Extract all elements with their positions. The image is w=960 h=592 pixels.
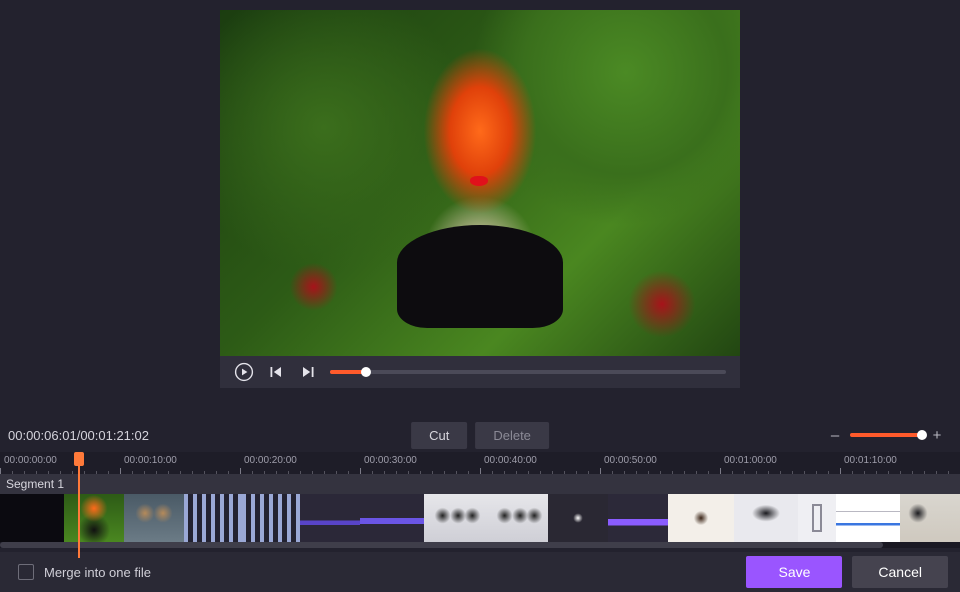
ruler-label: 00:00:00:00 — [4, 455, 57, 466]
thumbnail[interactable] — [184, 494, 242, 542]
timecode-display: 00:00:06:01/00:01:21:02 — [6, 428, 149, 443]
thumbnail[interactable] — [900, 494, 960, 542]
thumbnail[interactable] — [486, 494, 548, 542]
delete-button[interactable]: Delete — [475, 422, 549, 449]
ruler-label: 00:00:30:00 — [364, 455, 417, 466]
zoom-in-button[interactable]: + — [932, 427, 942, 444]
thumbnail[interactable] — [548, 494, 608, 542]
playhead[interactable] — [74, 452, 84, 466]
thumbnail[interactable] — [242, 494, 300, 542]
thumbnail[interactable] — [798, 494, 836, 542]
thumbnail[interactable] — [836, 494, 900, 542]
merge-checkbox[interactable] — [18, 564, 34, 580]
video-frame[interactable] — [220, 10, 740, 356]
cut-button[interactable]: Cut — [411, 422, 467, 449]
thumbnail[interactable] — [734, 494, 798, 542]
ruler-label: 00:00:50:00 — [604, 455, 657, 466]
thumbnail[interactable] — [360, 494, 424, 542]
segment-label: Segment 1 — [0, 474, 960, 494]
edit-toolbar: 00:00:06:01/00:01:21:02 Cut Delete – + — [0, 418, 960, 452]
zoom-controls: – + — [830, 427, 954, 444]
playback-slider[interactable] — [330, 370, 726, 374]
playback-controls — [220, 356, 740, 388]
preview-image — [220, 10, 740, 356]
ruler-label: 00:00:10:00 — [124, 455, 177, 466]
scrollbar-thumb[interactable] — [0, 542, 883, 548]
thumbnail-strip[interactable] — [0, 494, 960, 542]
zoom-thumb[interactable] — [917, 430, 927, 440]
ruler-label: 00:00:40:00 — [484, 455, 537, 466]
ruler-label: 00:00:20:00 — [244, 455, 297, 466]
video-preview — [220, 10, 740, 388]
thumbnail[interactable] — [424, 494, 486, 542]
cancel-button[interactable]: Cancel — [852, 556, 948, 588]
bottom-bar: Merge into one file Save Cancel — [0, 552, 960, 592]
playback-thumb[interactable] — [361, 367, 371, 377]
thumbnail[interactable] — [124, 494, 184, 542]
thumbnail[interactable] — [0, 494, 64, 542]
zoom-slider[interactable] — [850, 433, 922, 437]
next-frame-icon[interactable] — [298, 362, 318, 382]
prev-frame-icon[interactable] — [266, 362, 286, 382]
thumbnail[interactable] — [64, 494, 124, 542]
ruler-label: 00:01:00:00 — [724, 455, 777, 466]
preview-area — [0, 0, 960, 414]
thumbnail-scrollbar[interactable] — [0, 542, 960, 548]
timeline-ruler[interactable]: 00:00:00:00 00:00:10:00 00:00:20:00 00:00:3… — [0, 452, 960, 474]
thumbnail[interactable] — [608, 494, 668, 542]
save-button[interactable]: Save — [746, 556, 842, 588]
zoom-out-button[interactable]: – — [830, 427, 840, 444]
thumbnail[interactable] — [668, 494, 734, 542]
ruler-label: 00:01:10:00 — [844, 455, 897, 466]
play-icon[interactable] — [234, 362, 254, 382]
thumbnail[interactable] — [300, 494, 360, 542]
merge-checkbox-label: Merge into one file — [44, 565, 151, 580]
